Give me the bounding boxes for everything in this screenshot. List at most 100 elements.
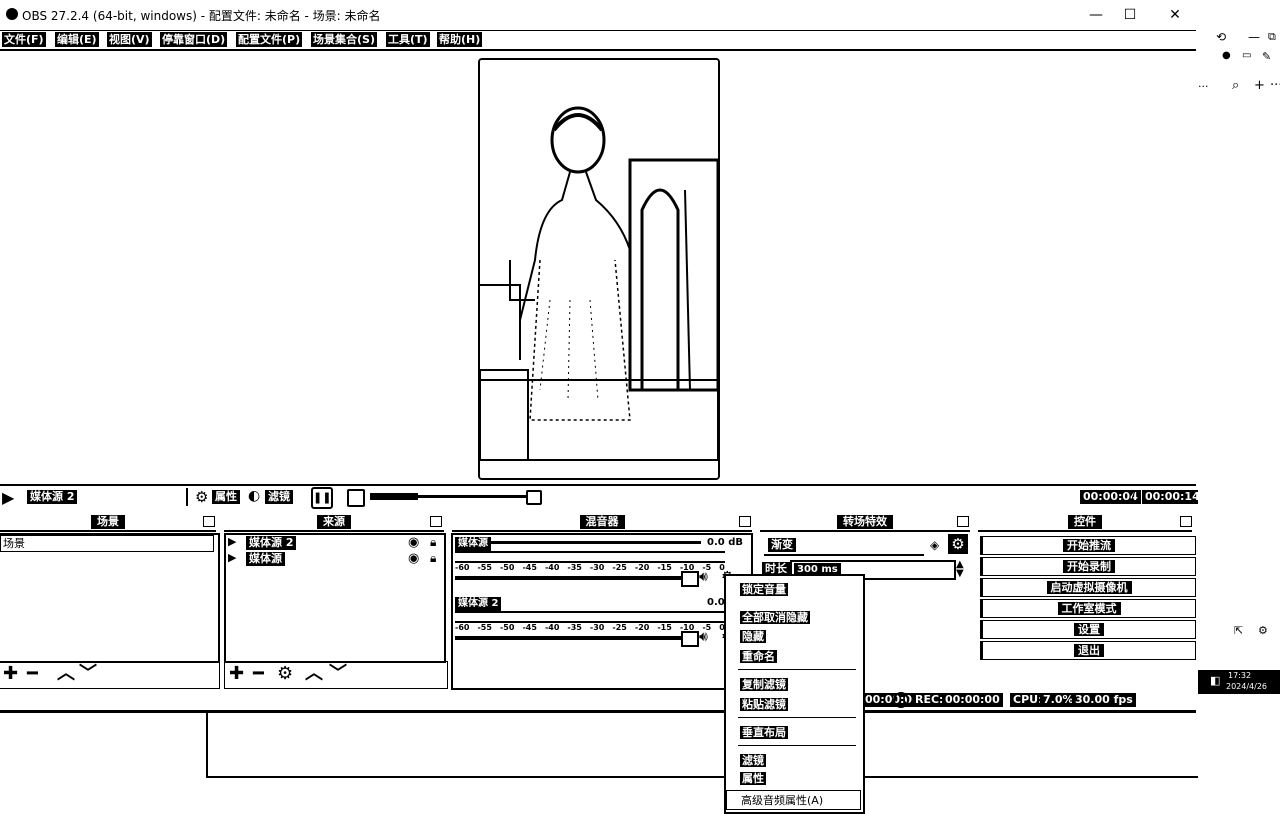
start-virtual-camera-button[interactable]: 启动虚拟摄像机 <box>980 578 1196 597</box>
list-item[interactable]: 场景 <box>0 535 214 552</box>
video-frame-image <box>480 60 718 478</box>
move-down-icon[interactable]: ﹀ <box>79 665 97 683</box>
undock-icon[interactable] <box>203 516 215 527</box>
stop-icon[interactable] <box>347 489 365 507</box>
plus-icon[interactable]: + <box>1254 78 1265 93</box>
menu-bar: 文件(F) 编辑(E) 视图(V) 停靠窗口(D) 配置文件(P) 场景集合(S… <box>0 31 1196 51</box>
eye-icon[interactable]: ◉ <box>408 535 419 550</box>
add-icon[interactable]: ✚ <box>229 665 244 683</box>
scenes-list[interactable]: 场景 <box>0 533 220 663</box>
side-toolbar: ⟲ — ⧉ ● ▭ ✎ ··· ⌕ + ··· ⇱ ⚙ ◧ 17:32 2024… <box>1198 0 1280 814</box>
scene-item-label: 场景 <box>3 537 25 550</box>
menu-item-filters[interactable]: 滤镜 <box>740 753 766 769</box>
exit-button[interactable]: 退出 <box>980 641 1196 660</box>
menu-edit[interactable]: 编辑(E) <box>55 32 99 47</box>
start-recording-button[interactable]: 开始录制 <box>980 557 1196 576</box>
audio-mixer: 媒体源 0.0 dB -60 -55 -50 -45 -40 -35 -30 -25 -20 -1… <box>451 533 753 690</box>
menu-item-unhide-all[interactable]: 全部取消隐藏 <box>740 610 810 626</box>
filters-button[interactable]: 滤镜 <box>265 490 293 504</box>
taskbar-date: 2024/4/26 <box>1226 682 1268 691</box>
sources-list[interactable]: ▶ 媒体源 2 ◉ 🔒︎ ▶ 媒体源 ◉ 🔒︎ <box>224 533 446 663</box>
properties-button[interactable]: 属性 <box>212 490 240 504</box>
search-icon[interactable]: ⌕ <box>1232 78 1239 93</box>
sources-dock-header: 来源 <box>224 514 444 532</box>
seek-slider-track[interactable] <box>370 490 542 505</box>
record-indicator-icon <box>893 692 909 708</box>
menu-item-properties[interactable]: 属性 <box>740 771 766 787</box>
screen-icon[interactable]: ▭ <box>1242 50 1251 61</box>
menu-item-copy-filters[interactable]: 复制滤镜 <box>740 677 788 693</box>
studio-mode-button[interactable]: 工作室模式 <box>980 599 1196 618</box>
undock-icon[interactable] <box>739 516 751 527</box>
channel-db: 0.0 dB <box>707 537 743 548</box>
media-source-icon: ▶ <box>228 551 237 564</box>
menu-item-hide[interactable]: 隐藏 <box>740 629 766 645</box>
undock-icon[interactable] <box>430 516 442 527</box>
lock-icon[interactable]: 🔒︎ <box>430 551 436 566</box>
transition-select[interactable]: 渐变 <box>764 536 924 556</box>
gear-icon[interactable]: ⚙ <box>277 665 293 683</box>
chat-icon[interactable]: ● <box>1222 50 1231 61</box>
gear-icon[interactable]: ⚙ <box>195 488 208 506</box>
eye-icon[interactable]: ◉ <box>408 551 419 566</box>
window-icon[interactable]: ⧉ <box>1268 30 1276 44</box>
speaker-icon[interactable]: 🔊︎ <box>699 629 708 645</box>
mixer-title: 混音器 <box>579 515 625 529</box>
undock-icon[interactable] <box>1180 516 1192 527</box>
menu-view[interactable]: 视图(V) <box>107 32 152 47</box>
volume-meter <box>489 541 701 544</box>
preview-canvas[interactable] <box>478 58 720 480</box>
start-streaming-button[interactable]: 开始推流 <box>980 536 1196 555</box>
volume-slider-handle[interactable] <box>681 631 699 647</box>
fps-value: 30.00 fps <box>1072 693 1136 707</box>
speaker-icon[interactable]: 🔊︎ <box>699 569 708 585</box>
spin-arrows-icon[interactable]: ▲ ▼ <box>956 560 964 579</box>
menu-tools[interactable]: 工具(T) <box>386 32 430 47</box>
window-title: OBS 27.2.4 (64-bit, windows) - 配置文件: 未命名… <box>22 9 381 23</box>
menu-file[interactable]: 文件(F) <box>2 32 46 47</box>
filter-icon[interactable]: ◐ <box>248 488 260 504</box>
maximize-button[interactable]: ☐ <box>1110 4 1150 26</box>
settings-icon[interactable]: ⚙ <box>1258 624 1268 637</box>
seek-slider-handle[interactable] <box>526 490 542 505</box>
move-down-icon[interactable]: ﹀ <box>329 665 347 683</box>
more-icon[interactable]: ··· <box>1270 78 1280 93</box>
menu-item-rename[interactable]: 重命名 <box>740 649 777 665</box>
lock-icon[interactable]: 🔒︎ <box>430 535 436 550</box>
menu-scene-collection[interactable]: 场景集合(S) <box>311 32 377 47</box>
menu-separator <box>738 717 856 718</box>
add-icon[interactable]: ✚ <box>3 665 18 683</box>
move-up-icon[interactable]: ︿ <box>57 665 75 683</box>
controls-dock-header: 控件 <box>978 514 1192 532</box>
time-separator: / <box>1131 490 1136 503</box>
menu-item-advanced-audio-properties[interactable]: 高级音频属性(A) <box>726 790 861 810</box>
minimize-icon[interactable]: — <box>1248 30 1260 44</box>
close-button[interactable]: ✕ <box>1155 4 1195 26</box>
volume-slider-handle[interactable] <box>681 571 699 587</box>
history-icon[interactable]: ⟲ <box>1216 30 1226 44</box>
volume-slider[interactable] <box>455 636 685 640</box>
menu-item-paste-filters[interactable]: 粘贴滤镜 <box>740 697 788 713</box>
chevron-down-icon[interactable]: ◈ <box>930 538 939 552</box>
list-item[interactable]: ▶ 媒体源 2 ◉ 🔒︎ <box>226 535 444 551</box>
menu-item-vertical-layout[interactable]: 垂直布局 <box>740 725 788 741</box>
desktop-icon[interactable]: ◧ <box>1210 674 1220 687</box>
remove-icon[interactable]: ━ <box>253 665 264 683</box>
settings-button[interactable]: 设置 <box>980 620 1196 639</box>
menu-help[interactable]: 帮助(H) <box>437 32 483 47</box>
menu-profile[interactable]: 配置文件(P) <box>236 32 303 47</box>
move-up-icon[interactable]: ︿ <box>305 665 323 683</box>
edit-icon[interactable]: ✎ <box>1262 50 1271 63</box>
share-icon[interactable]: ⇱ <box>1234 624 1243 637</box>
taskbar: ◧ 17:32 2024/4/26 <box>1198 670 1280 694</box>
pause-icon[interactable]: ❚❚ <box>311 487 333 509</box>
remove-icon[interactable]: ━ <box>27 665 38 683</box>
menu-docks[interactable]: 停靠窗口(D) <box>160 32 228 47</box>
play-icon[interactable]: ▶ <box>2 488 14 507</box>
menu-item-lock-volume[interactable]: 锁定音量 <box>740 582 788 598</box>
volume-slider[interactable] <box>455 576 685 580</box>
more-icon[interactable]: ··· <box>1198 80 1209 93</box>
undock-icon[interactable] <box>957 516 969 527</box>
list-item[interactable]: ▶ 媒体源 ◉ 🔒︎ <box>226 551 444 567</box>
gear-icon[interactable]: ⚙ <box>948 534 968 554</box>
